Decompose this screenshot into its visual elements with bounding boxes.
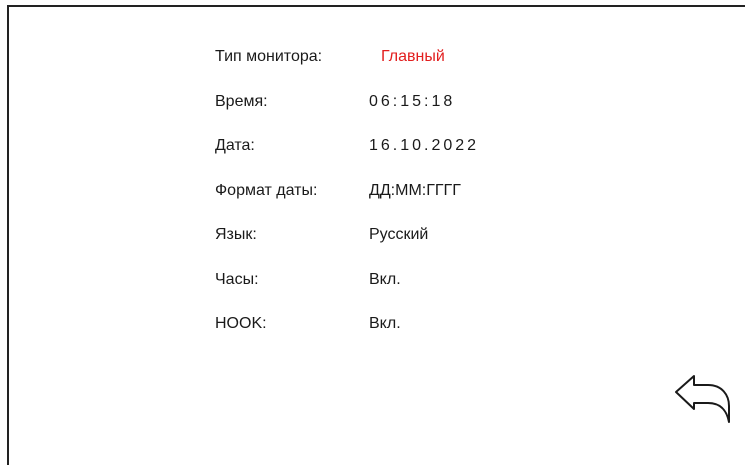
time-value[interactable]: 06:15:18 — [369, 93, 455, 111]
clock-label: Часы: — [215, 270, 259, 288]
time-label: Время: — [215, 92, 268, 110]
hook-value[interactable]: Вкл. — [369, 315, 401, 333]
date-format-label: Формат даты: — [215, 181, 318, 199]
language-value[interactable]: Русский — [369, 226, 428, 244]
language-label: Язык: — [215, 226, 257, 243]
back-arrow-icon — [675, 375, 730, 423]
clock-value[interactable]: Вкл. — [369, 271, 401, 289]
hook-label: HOOK: — [215, 315, 267, 332]
date-value[interactable]: 16.10.2022 — [369, 137, 479, 155]
back-button[interactable] — [672, 372, 732, 426]
date-label: Дата: — [215, 137, 255, 154]
monitor-type-label: Тип монитора: — [215, 48, 323, 65]
date-format-value[interactable]: ДД:ММ:ГГГГ — [369, 182, 461, 200]
monitor-type-value[interactable]: Главный — [381, 48, 445, 66]
